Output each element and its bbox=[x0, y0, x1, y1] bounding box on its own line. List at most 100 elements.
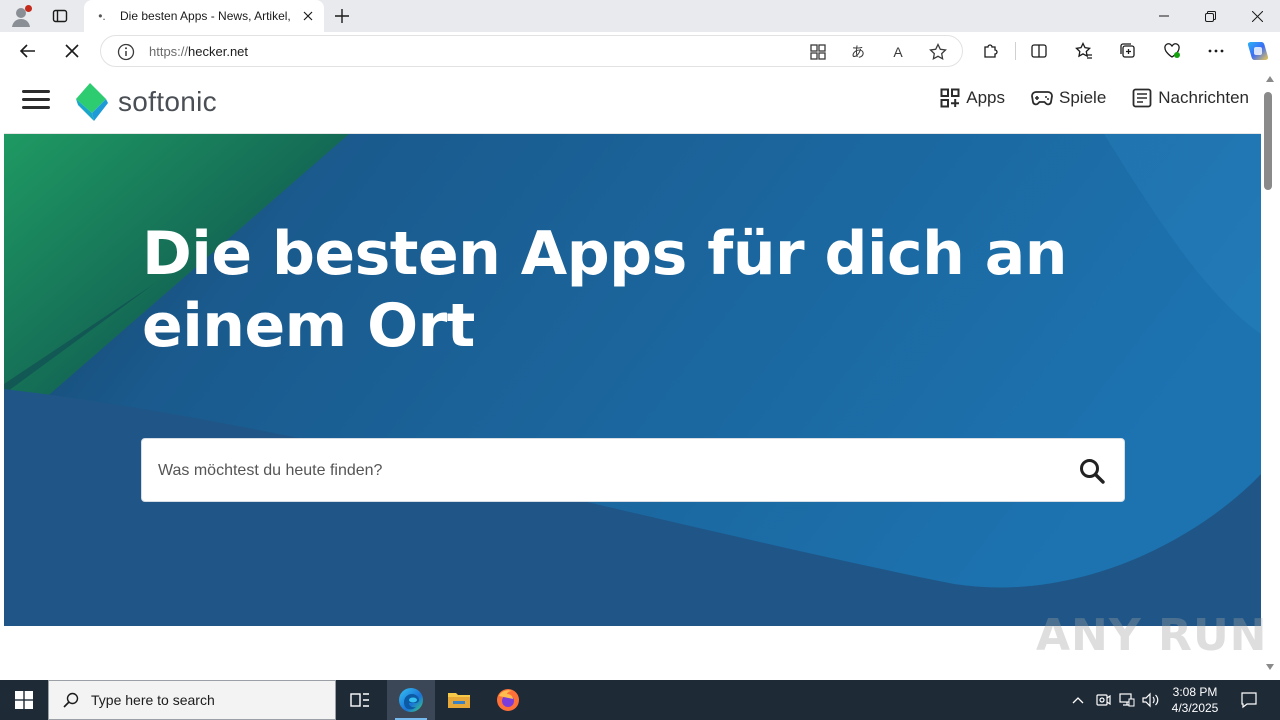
tray-volume[interactable] bbox=[1140, 680, 1162, 720]
search-icon[interactable] bbox=[1078, 457, 1106, 485]
notifications-button[interactable] bbox=[1234, 680, 1264, 720]
hamburger-line bbox=[22, 106, 50, 109]
scroll-down-icon[interactable] bbox=[1266, 664, 1274, 670]
copilot-icon bbox=[1247, 42, 1269, 60]
browser-essentials-button[interactable] bbox=[1158, 37, 1186, 65]
taskbar-edge[interactable] bbox=[387, 680, 435, 720]
star-icon bbox=[929, 43, 947, 61]
close-window-button[interactable] bbox=[1234, 0, 1280, 32]
ellipsis-icon bbox=[1208, 49, 1224, 53]
read-aloud-icon[interactable]: A bbox=[887, 41, 909, 63]
task-view-button[interactable] bbox=[336, 680, 384, 720]
hero-section: Die besten Apps für dich an einem Ort bbox=[4, 134, 1261, 626]
taskbar-file-explorer[interactable] bbox=[435, 680, 483, 720]
tab-title: Die besten Apps - News, Artikel, Vi bbox=[120, 9, 292, 23]
notification-center-icon bbox=[1241, 692, 1257, 709]
profile-button[interactable] bbox=[8, 3, 34, 29]
search-input[interactable] bbox=[158, 459, 1038, 483]
plus-icon bbox=[335, 9, 349, 23]
collections-button[interactable] bbox=[1114, 37, 1142, 65]
scroll-up-icon[interactable] bbox=[1266, 76, 1274, 82]
restore-icon bbox=[1204, 10, 1216, 22]
browser-toolbar: https://hecker.net あ A bbox=[0, 32, 1280, 70]
close-tab-button[interactable] bbox=[300, 8, 316, 24]
address-bar[interactable]: https://hecker.net あ A bbox=[100, 35, 963, 67]
speaker-icon bbox=[1142, 692, 1159, 708]
nav-nachrichten[interactable]: Nachrichten bbox=[1132, 88, 1249, 108]
site-info-icon[interactable] bbox=[117, 43, 135, 61]
show-hidden-icons-button[interactable] bbox=[1068, 680, 1088, 720]
tab-strip: •. Die besten Apps - News, Artikel, Vi bbox=[0, 0, 1280, 32]
windows-logo-icon bbox=[15, 691, 33, 709]
favorites-button[interactable] bbox=[1070, 37, 1098, 65]
back-button[interactable] bbox=[14, 37, 42, 65]
taskbar-search-text: Type here to search bbox=[91, 692, 215, 708]
firefox-icon bbox=[497, 689, 519, 711]
softonic-logo[interactable]: softonic bbox=[74, 80, 217, 124]
device-icon bbox=[1096, 694, 1111, 706]
new-tab-button[interactable] bbox=[330, 4, 354, 28]
puzzle-icon bbox=[984, 44, 998, 58]
tray-network[interactable] bbox=[1116, 680, 1138, 720]
hamburger-line bbox=[22, 90, 50, 93]
hero-search-box bbox=[141, 438, 1125, 502]
heart-pulse-icon bbox=[1164, 43, 1180, 58]
network-icon bbox=[1119, 693, 1135, 707]
page-viewport: softonic Apps Spiele Nachrichten Die bes… bbox=[4, 70, 1261, 676]
grid-icon bbox=[940, 88, 960, 108]
folder-icon bbox=[448, 693, 470, 708]
more-options-button[interactable] bbox=[1202, 37, 1230, 65]
nav-spiele[interactable]: Spiele bbox=[1031, 88, 1106, 108]
taskbar-search-box[interactable]: Type here to search bbox=[48, 680, 336, 720]
minimize-icon bbox=[1159, 15, 1169, 17]
back-arrow-icon bbox=[19, 44, 35, 58]
scroll-thumb[interactable] bbox=[1264, 92, 1272, 190]
site-header: softonic Apps Spiele Nachrichten bbox=[4, 70, 1261, 134]
taskbar-firefox[interactable] bbox=[484, 680, 532, 720]
softonic-logo-icon bbox=[74, 81, 110, 123]
close-icon bbox=[303, 11, 313, 21]
hero-background bbox=[4, 134, 1261, 626]
edge-icon bbox=[399, 688, 423, 712]
restore-button[interactable] bbox=[1187, 0, 1233, 32]
tab-actions-button[interactable] bbox=[48, 4, 72, 28]
main-nav: Apps Spiele Nachrichten bbox=[914, 88, 1249, 108]
chevron-up-icon bbox=[1072, 697, 1084, 704]
copilot-button[interactable] bbox=[1244, 37, 1272, 65]
notification-dot bbox=[25, 5, 32, 12]
tray-meet-now[interactable] bbox=[1092, 680, 1114, 720]
news-icon bbox=[1132, 88, 1152, 108]
start-button[interactable] bbox=[0, 680, 48, 720]
minimize-button[interactable] bbox=[1141, 0, 1187, 32]
nav-apps[interactable]: Apps bbox=[940, 88, 1005, 108]
close-window-icon bbox=[1251, 10, 1263, 22]
split-screen-button[interactable] bbox=[1025, 37, 1053, 65]
clock-date: 4/3/2025 bbox=[1171, 701, 1219, 715]
windows-taskbar: Type here to search 3:08 PM 4/3/2025 bbox=[0, 680, 1280, 720]
stop-loading-button[interactable] bbox=[58, 37, 86, 65]
nav-spiele-label: Spiele bbox=[1059, 88, 1107, 107]
split-screen-icon bbox=[1031, 44, 1047, 58]
active-tab[interactable]: •. Die besten Apps - News, Artikel, Vi bbox=[84, 0, 324, 32]
menu-button[interactable] bbox=[22, 90, 50, 114]
stop-icon bbox=[65, 44, 79, 58]
loading-favicon-icon: •. bbox=[98, 9, 106, 23]
collections-icon bbox=[1120, 43, 1135, 58]
nav-nachrichten-label: Nachrichten bbox=[1158, 88, 1249, 107]
hero-title: Die besten Apps für dich an einem Ort bbox=[142, 219, 1067, 361]
hamburger-line bbox=[22, 98, 50, 101]
page-scrollbar[interactable] bbox=[1261, 70, 1280, 676]
url-text: https://hecker.net bbox=[149, 44, 249, 59]
favorites-icon bbox=[1075, 42, 1092, 59]
toolbar-divider bbox=[1015, 42, 1016, 60]
app-available-button[interactable] bbox=[807, 41, 829, 63]
favorite-star-button[interactable] bbox=[927, 41, 949, 63]
taskbar-clock[interactable]: 3:08 PM 4/3/2025 bbox=[1162, 684, 1228, 716]
extensions-button[interactable] bbox=[977, 37, 1005, 65]
logo-text: softonic bbox=[118, 86, 217, 117]
task-view-icon bbox=[350, 693, 369, 707]
translate-icon[interactable]: あ bbox=[847, 41, 869, 63]
tab-actions-icon bbox=[52, 9, 68, 23]
clock-time: 3:08 PM bbox=[1172, 685, 1218, 699]
gamepad-icon bbox=[1031, 91, 1053, 106]
